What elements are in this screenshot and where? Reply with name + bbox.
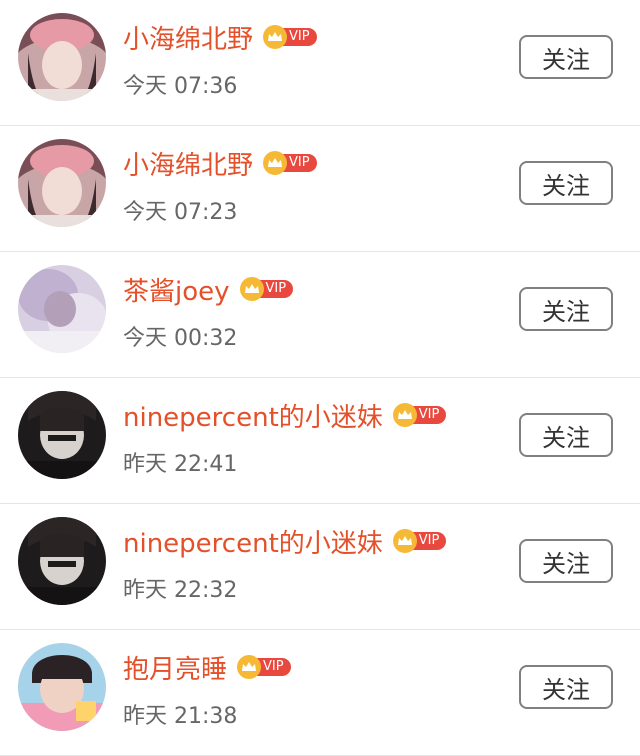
user-name[interactable]: ninepercent的小迷妹	[123, 523, 383, 560]
follow-time: 今天 07:36	[123, 74, 238, 99]
avatar[interactable]	[18, 517, 106, 605]
avatar[interactable]	[18, 13, 106, 101]
name-line: 茶酱joey VIP	[123, 269, 294, 309]
vip-badge: VIP	[263, 151, 317, 175]
avatar[interactable]	[18, 643, 106, 731]
vip-badge: VIP	[263, 25, 317, 49]
user-name[interactable]: 小海绵北野	[123, 145, 253, 182]
follow-button[interactable]: 关注	[519, 665, 613, 709]
crown-icon	[263, 25, 288, 49]
name-line: ninepercent的小迷妹 VIP	[123, 521, 447, 561]
crown-icon	[263, 151, 288, 175]
crown-icon	[239, 277, 264, 301]
vip-badge: VIP	[392, 529, 447, 553]
follower-list: 小海绵北野 VIP 今天 07:36 关注 小海绵北野 VIP 今天 07:23…	[0, 0, 640, 756]
follow-time: 昨天 22:41	[123, 452, 238, 477]
user-name[interactable]: 茶酱joey	[123, 271, 230, 308]
follow-time: 昨天 21:38	[123, 704, 238, 729]
name-line: 抱月亮睡 VIP	[123, 647, 291, 687]
list-item[interactable]: 小海绵北野 VIP 今天 07:23 关注	[0, 126, 640, 252]
user-name[interactable]: 抱月亮睡	[123, 649, 227, 686]
follow-time: 今天 00:32	[123, 326, 238, 351]
crown-icon	[392, 529, 417, 553]
list-item[interactable]: 茶酱joey VIP 今天 00:32 关注	[0, 252, 640, 378]
follow-button[interactable]: 关注	[519, 413, 613, 457]
list-item[interactable]: 小海绵北野 VIP 今天 07:36 关注	[0, 0, 640, 126]
avatar[interactable]	[18, 391, 106, 479]
crown-icon	[392, 403, 417, 427]
follow-button[interactable]: 关注	[519, 287, 613, 331]
vip-badge: VIP	[392, 403, 447, 427]
follow-button[interactable]: 关注	[519, 161, 613, 205]
name-line: ninepercent的小迷妹 VIP	[123, 395, 447, 435]
follow-button[interactable]: 关注	[519, 539, 613, 583]
list-item[interactable]: ninepercent的小迷妹 VIP 昨天 22:32 关注	[0, 504, 640, 630]
follow-button[interactable]: 关注	[519, 35, 613, 79]
follow-time: 昨天 22:32	[123, 578, 238, 603]
name-line: 小海绵北野 VIP	[123, 17, 317, 57]
crown-icon	[237, 655, 262, 679]
vip-badge: VIP	[239, 277, 294, 301]
user-name[interactable]: 小海绵北野	[123, 19, 253, 56]
vip-badge: VIP	[237, 655, 291, 679]
avatar[interactable]	[18, 139, 106, 227]
list-item[interactable]: ninepercent的小迷妹 VIP 昨天 22:41 关注	[0, 378, 640, 504]
avatar[interactable]	[18, 265, 106, 353]
list-item[interactable]: 抱月亮睡 VIP 昨天 21:38 关注	[0, 630, 640, 756]
name-line: 小海绵北野 VIP	[123, 143, 317, 183]
follow-time: 今天 07:23	[123, 200, 238, 225]
user-name[interactable]: ninepercent的小迷妹	[123, 397, 383, 434]
